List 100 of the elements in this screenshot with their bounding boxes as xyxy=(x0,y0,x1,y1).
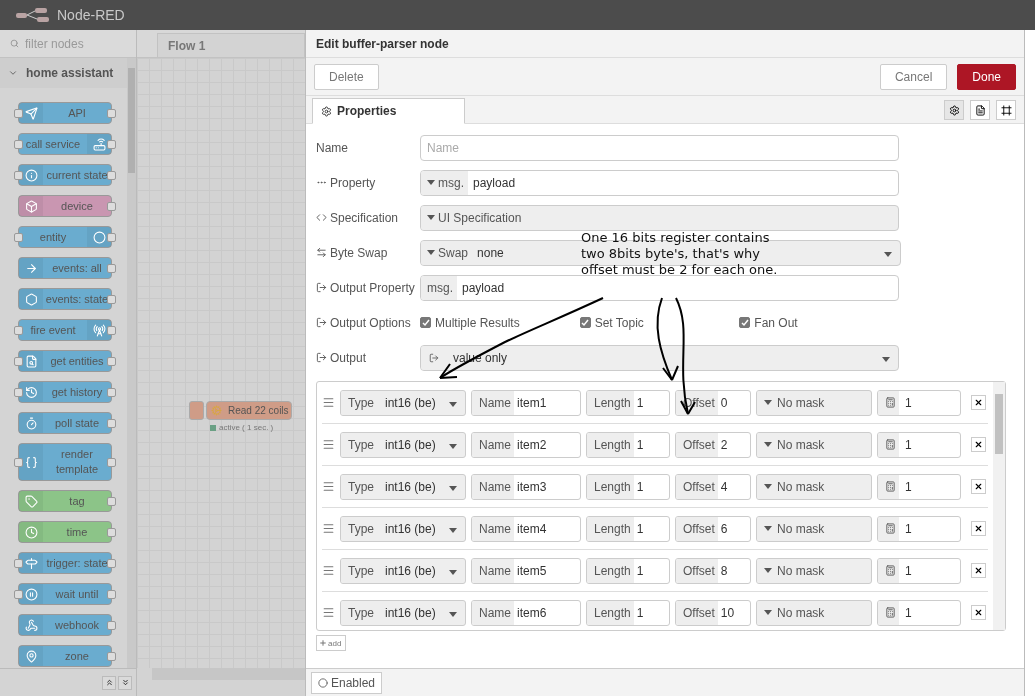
output-port[interactable] xyxy=(107,497,116,506)
mask-select[interactable]: No mask xyxy=(756,557,872,584)
horizontal-scrollbar[interactable] xyxy=(152,668,305,680)
offset-field[interactable]: Offset 6 xyxy=(675,515,751,542)
input-port[interactable] xyxy=(14,140,23,149)
input-port[interactable] xyxy=(14,458,23,467)
offset-field[interactable]: Offset 4 xyxy=(675,473,751,500)
drag-handle-icon[interactable] xyxy=(322,396,335,409)
output-port[interactable] xyxy=(107,559,116,568)
length-field[interactable]: Length 1 xyxy=(586,515,670,542)
input-port[interactable] xyxy=(14,559,23,568)
offset-field[interactable]: Offset 8 xyxy=(675,557,751,584)
typed-input[interactable]: msg. payload xyxy=(420,274,899,301)
checkbox[interactable] xyxy=(739,317,751,328)
length-field[interactable]: Length 1 xyxy=(586,431,670,458)
type-select[interactable]: Type int16 (be) xyxy=(340,557,466,584)
settings-button[interactable] xyxy=(944,100,964,120)
delete-button[interactable]: Delete xyxy=(314,63,379,90)
type-select[interactable]: Type int16 (be) xyxy=(340,473,466,500)
output-port[interactable] xyxy=(107,202,116,211)
scale-field[interactable]: 1 xyxy=(877,431,961,458)
output-port[interactable] xyxy=(107,590,116,599)
mask-select[interactable]: No mask xyxy=(756,515,872,542)
name-field[interactable]: Name item5 xyxy=(471,557,581,584)
remove-button[interactable] xyxy=(971,605,986,620)
filter-field[interactable]: filter nodes xyxy=(0,30,136,58)
scale-field[interactable]: 1 xyxy=(877,557,961,584)
remove-button[interactable] xyxy=(971,563,986,578)
filter-input[interactable]: filter nodes xyxy=(23,35,123,52)
output-port[interactable] xyxy=(107,388,116,397)
length-field[interactable]: Length 1 xyxy=(586,557,670,584)
remove-button[interactable] xyxy=(971,395,986,410)
scale-field[interactable]: 1 xyxy=(877,599,961,626)
collapse-button[interactable] xyxy=(102,675,116,690)
mask-select[interactable]: No mask xyxy=(756,599,872,626)
drag-handle-icon[interactable] xyxy=(322,522,335,535)
scrollbar-thumb[interactable] xyxy=(128,68,135,173)
properties-tab[interactable]: Properties xyxy=(312,98,465,124)
output-port[interactable] xyxy=(107,652,116,661)
checkbox[interactable] xyxy=(579,317,591,328)
offset-field[interactable]: Offset 2 xyxy=(675,431,751,458)
input-port[interactable] xyxy=(14,326,23,335)
length-field[interactable]: Length 1 xyxy=(586,389,670,416)
drag-handle-icon[interactable] xyxy=(322,606,335,619)
remove-button[interactable] xyxy=(971,479,986,494)
description-button[interactable] xyxy=(970,100,990,120)
length-field[interactable]: Length 1 xyxy=(586,473,670,500)
input-port[interactable] xyxy=(14,590,23,599)
input-port[interactable] xyxy=(14,233,23,242)
offset-field[interactable]: Offset 10 xyxy=(675,599,751,626)
name-field[interactable]: Name item3 xyxy=(471,473,581,500)
drag-handle-icon[interactable] xyxy=(322,564,335,577)
output-port[interactable] xyxy=(107,264,116,273)
cancel-button[interactable]: Cancel xyxy=(879,63,948,90)
category-header[interactable]: home assistant xyxy=(0,58,127,88)
type-select[interactable]: Type int16 (be) xyxy=(340,431,466,458)
done-button[interactable]: Done xyxy=(957,63,1016,90)
name-field[interactable]: Name item1 xyxy=(471,389,581,416)
length-field[interactable]: Length 1 xyxy=(586,599,670,626)
scale-field[interactable]: 1 xyxy=(877,473,961,500)
input-port[interactable] xyxy=(14,357,23,366)
enabled-toggle[interactable]: Enabled xyxy=(311,671,383,694)
output-port[interactable] xyxy=(107,419,116,428)
add-button[interactable]: add xyxy=(316,635,346,651)
appearance-button[interactable] xyxy=(996,100,1016,120)
name-field[interactable]: Name item4 xyxy=(471,515,581,542)
scale-field[interactable]: 1 xyxy=(877,515,961,542)
remove-button[interactable] xyxy=(971,437,986,452)
name-field[interactable]: Name item6 xyxy=(471,599,581,626)
input-port[interactable] xyxy=(14,109,23,118)
output-port[interactable] xyxy=(107,326,116,335)
checkbox[interactable] xyxy=(420,317,431,328)
output-port[interactable] xyxy=(107,171,116,180)
output-port[interactable] xyxy=(107,109,116,118)
output-port[interactable] xyxy=(107,233,116,242)
scale-field[interactable]: 1 xyxy=(877,389,961,416)
type-select[interactable]: Type int16 (be) xyxy=(340,515,466,542)
type-select[interactable]: Type int16 (be) xyxy=(340,599,466,626)
output-port[interactable] xyxy=(107,357,116,366)
name-input[interactable]: Name xyxy=(420,134,899,161)
input-port[interactable] xyxy=(14,171,23,180)
mask-select[interactable]: No mask xyxy=(756,473,872,500)
mask-select[interactable]: No mask xyxy=(756,431,872,458)
drag-handle-icon[interactable] xyxy=(322,480,335,493)
inject-button[interactable] xyxy=(189,401,204,420)
remove-button[interactable] xyxy=(971,521,986,536)
type-select[interactable]: Type int16 (be) xyxy=(340,389,466,416)
typed-input[interactable]: msg. payload xyxy=(420,169,899,196)
output-port[interactable] xyxy=(107,528,116,537)
name-field[interactable]: Name item2 xyxy=(471,431,581,458)
output-port[interactable] xyxy=(107,621,116,630)
expand-button[interactable] xyxy=(118,675,132,690)
drag-handle-icon[interactable] xyxy=(322,438,335,451)
output-port[interactable] xyxy=(107,458,116,467)
spec-select[interactable]: UI Specification xyxy=(420,204,899,231)
output-port[interactable] xyxy=(107,295,116,304)
input-port[interactable] xyxy=(14,388,23,397)
mask-select[interactable]: No mask xyxy=(756,389,872,416)
output-port[interactable] xyxy=(107,140,116,149)
scrollbar-thumb[interactable] xyxy=(995,394,1003,454)
